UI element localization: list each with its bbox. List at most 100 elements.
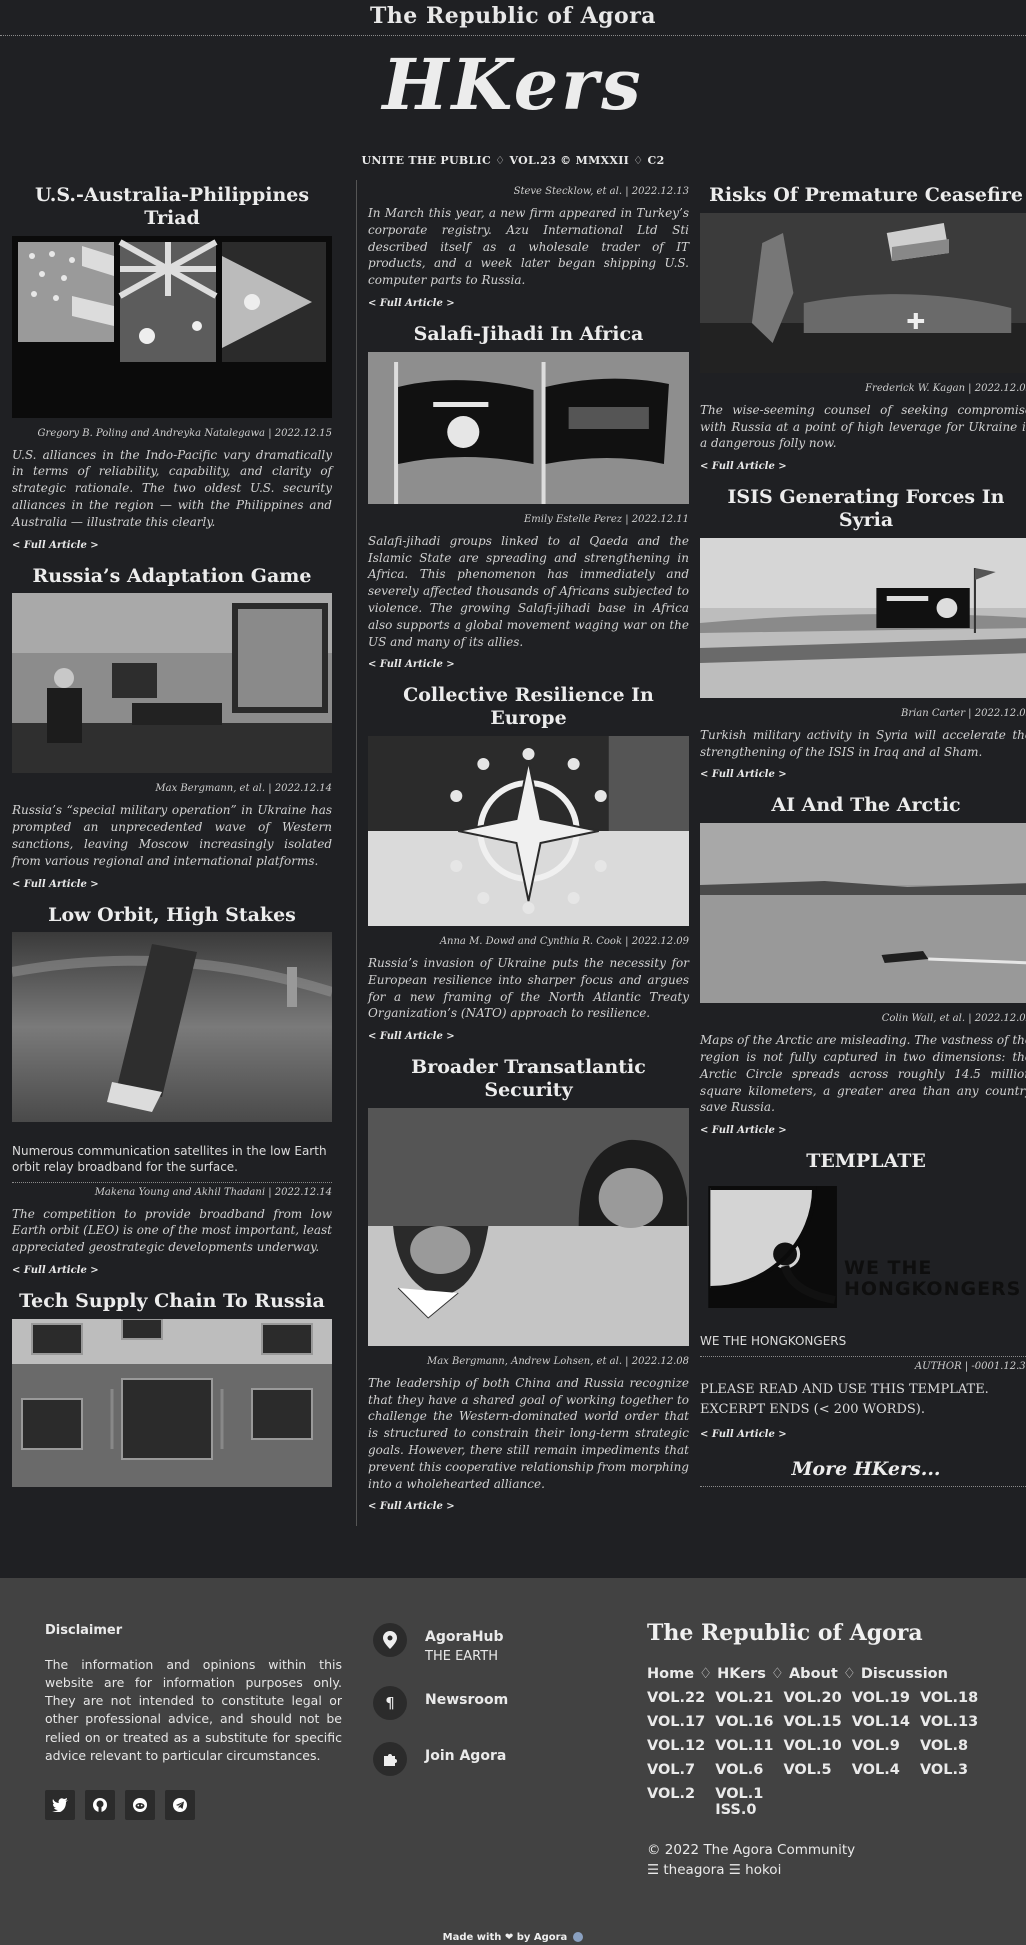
volume-link[interactable]: VOL.9 (852, 1738, 910, 1754)
article-title[interactable]: Collective Resilience In Europe (368, 684, 689, 730)
article-excerpt: Turkish military activity in Syria will … (700, 727, 1026, 759)
volume-link[interactable]: VOL.10 (783, 1738, 841, 1754)
volume-link[interactable]: VOL.18 (920, 1690, 978, 1706)
volume-link[interactable]: VOL.5 (783, 1762, 841, 1778)
volume-link[interactable]: VOL.20 (783, 1690, 841, 1706)
full-article-link[interactable]: < Full Article > (700, 461, 1026, 472)
article-card: Russia’s Adaptation Game Max Bergmann, e… (12, 565, 332, 890)
disclaimer-title: Disclaimer (45, 1623, 123, 1638)
volume-link[interactable]: VOL.15 (783, 1714, 841, 1730)
volume-link[interactable]: VOL.17 (647, 1714, 705, 1730)
volume-link[interactable]: VOL.3 (920, 1762, 978, 1778)
contact-newsroom[interactable]: ¶ Newsroom (373, 1686, 603, 1720)
full-article-link[interactable]: < Full Article > (12, 540, 332, 551)
theme-toggle-icon[interactable] (573, 1932, 584, 1942)
article-excerpt: The competition to provide broadband fro… (12, 1206, 332, 1255)
article-title[interactable]: Tech Supply Chain To Russia (12, 1290, 332, 1313)
volume-link[interactable]: VOL.7 (647, 1762, 705, 1778)
template-line-2: EXCERPT ENDS (< 200 WORDS). (700, 1401, 925, 1417)
puzzle-icon (373, 1742, 407, 1776)
article-image[interactable] (700, 212, 1026, 373)
volume-link[interactable]: VOL.21 (715, 1690, 773, 1706)
volume-link[interactable]: VOL.12 (647, 1738, 705, 1754)
top-bar: The Republic of Agora (0, 0, 1026, 36)
article-byline: Steve Stecklow, et al. | 2022.12.13 (513, 186, 689, 197)
article-title[interactable]: Russia’s Adaptation Game (12, 565, 332, 588)
footer-nav-links[interactable]: Home ♢ HKers ♢ About ♢ Discussion (647, 1666, 987, 1682)
volume-link[interactable]: VOL.19 (852, 1690, 910, 1706)
volume-link[interactable]: VOL.1 ISS.0 (715, 1786, 773, 1818)
article-image[interactable] (368, 351, 689, 504)
image-caption: WE THE HONGKONGERS (700, 1334, 1026, 1357)
article-title[interactable]: Salafi-Jihadi In Africa (368, 323, 689, 346)
article-card: Salafi-Jihadi In Africa Emily Estelle Pe… (368, 323, 689, 670)
site-title[interactable]: The Republic of Agora (370, 3, 656, 29)
full-article-link[interactable]: < Full Article > (700, 1125, 1026, 1136)
article-byline: AUTHOR | -0001.12.31 (914, 1360, 1026, 1372)
article-title[interactable]: Low Orbit, High Stakes (12, 904, 332, 927)
reddit-icon[interactable] (125, 1790, 155, 1820)
volume-link[interactable]: VOL.8 (920, 1738, 978, 1754)
article-byline: Brian Carter | 2022.12.03 (900, 707, 1026, 719)
full-article-link[interactable]: < Full Article > (368, 1031, 689, 1042)
volume-link[interactable]: VOL.13 (920, 1714, 978, 1730)
volume-link[interactable]: VOL.16 (715, 1714, 773, 1730)
full-article-link[interactable]: < Full Article > (368, 298, 689, 309)
volume-link[interactable]: VOL.4 (852, 1762, 910, 1778)
article-title[interactable]: Broader Transatlantic Security (368, 1056, 689, 1102)
contact-agorahub[interactable]: AgoraHub THE EARTH (373, 1623, 603, 1664)
article-image[interactable] (368, 735, 689, 926)
full-article-link[interactable]: < Full Article > (368, 1501, 689, 1512)
article-excerpt: In March this year, a new firm appeared … (368, 206, 689, 288)
contact-join-agora[interactable]: Join Agora (373, 1742, 603, 1776)
full-article-link[interactable]: < Full Article > (12, 1265, 332, 1276)
copyright: © 2022 The Agora Community ☰ theagora ☰ … (647, 1840, 987, 1881)
image-caption: Numerous communication satellites in the… (12, 1144, 332, 1183)
column-2: Steve Stecklow, et al. | 2022.12.13 In M… (356, 180, 689, 1527)
article-title[interactable]: U.S.-Australia-Philippines Triad (12, 184, 332, 230)
volume-link[interactable]: VOL.6 (715, 1762, 773, 1778)
full-article-link[interactable]: < Full Article > (700, 1429, 1026, 1440)
article-byline: Emily Estelle Perez | 2022.12.11 (523, 513, 689, 525)
article-image[interactable] (12, 1318, 332, 1487)
article-byline: Makena Young and Akhil Thadani | 2022.12… (94, 1186, 332, 1198)
full-article-link[interactable]: < Full Article > (12, 879, 332, 890)
volume-link[interactable]: VOL.22 (647, 1690, 705, 1706)
volume-link[interactable]: VOL.14 (852, 1714, 910, 1730)
article-byline: Colin Wall, et al. | 2022.12.02 (881, 1013, 1026, 1025)
copyright-text: © 2022 The Agora Community (647, 1842, 856, 1858)
contact-title: Join Agora (425, 1748, 507, 1764)
disclaimer-text: The information and opinions within this… (45, 1657, 342, 1763)
template-title[interactable]: TEMPLATE (700, 1150, 1026, 1172)
article-excerpt: The wise-seeming counsel of seeking comp… (700, 402, 1026, 451)
article-image[interactable] (700, 823, 1026, 1004)
article-byline: Max Bergmann, et al. | 2022.12.14 (155, 783, 332, 795)
article-byline: Frederick W. Kagan | 2022.12.03 (865, 382, 1026, 394)
article-image[interactable] (12, 593, 332, 774)
github-icon[interactable] (85, 1790, 115, 1820)
article-image[interactable] (12, 235, 332, 418)
article-title[interactable]: AI And The Arctic (700, 794, 1026, 817)
template-logo-image[interactable]: WE THE HONGKONGERS (700, 1182, 1026, 1315)
article-title[interactable]: Risks Of Premature Ceasefire (700, 184, 1026, 207)
article-excerpt: U.S. alliances in the Indo-Pacific vary … (12, 447, 332, 529)
template-line-1: PLEASE READ AND USE THIS TEMPLATE. (700, 1381, 989, 1397)
volume-link[interactable]: VOL.2 (647, 1786, 705, 1818)
site-logo[interactable]: HKers (0, 50, 1026, 120)
footer-brand[interactable]: The Republic of Agora (647, 1620, 987, 1646)
twitter-icon[interactable] (45, 1790, 75, 1820)
full-article-link[interactable]: < Full Article > (368, 659, 689, 670)
credits[interactable]: ☰ theagora ☰ hokoi (647, 1860, 987, 1880)
article-image[interactable] (700, 537, 1026, 698)
article-card: AI And The Arctic Colin Wall, et al. | 2… (700, 794, 1026, 1136)
volume-link[interactable]: VOL.11 (715, 1738, 773, 1754)
telegram-icon[interactable] (165, 1790, 195, 1820)
article-title[interactable]: ISIS Generating Forces In Syria (700, 486, 1026, 532)
full-article-link[interactable]: < Full Article > (700, 769, 1026, 780)
made-with: Made with ❤ by Agora (0, 1932, 1026, 1943)
article-byline: Anna M. Dowd and Cynthia R. Cook | 2022.… (439, 935, 689, 947)
article-image[interactable] (368, 1107, 689, 1346)
contact-subtitle: THE EARTH (425, 1649, 498, 1664)
article-image[interactable] (12, 932, 332, 1123)
more-hkers-link[interactable]: More HKers... (700, 1458, 1026, 1488)
